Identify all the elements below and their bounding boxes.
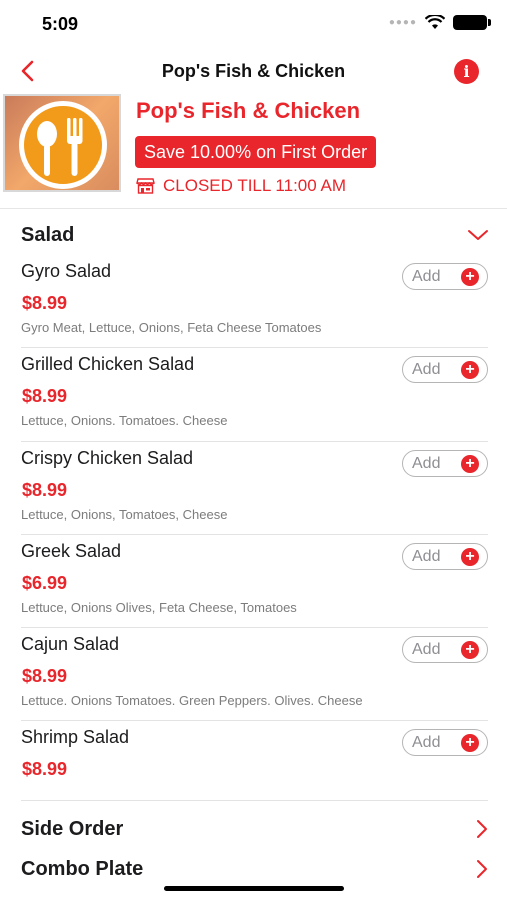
home-indicator[interactable] [164,886,344,891]
add-button[interactable]: Add + [402,356,488,384]
plus-circle-icon: + [461,547,479,566]
item-name: Greek Salad [21,540,122,561]
item-description: Lettuce, Onions, Tomatoes, Cheese [21,506,228,522]
signal-dots-icon: ●●●● [388,17,417,28]
item-price: $8.99 [22,479,68,500]
plus-circle-icon: + [461,734,479,753]
add-button[interactable]: Add + [402,542,488,570]
item-description: Lettuce, Onions Olives, Feta Cheese, Tom… [21,599,297,615]
page-title: Pop's Fish & Chicken [161,61,346,81]
store-status: CLOSED TILL 11:00 AM [136,176,346,196]
add-label: Add [412,734,441,752]
category-title: Salad [21,223,75,246]
divider [21,800,488,801]
menu-item[interactable]: Greek Salad $6.99 Lettuce, Onions Olives… [21,535,488,629]
menu-item[interactable]: Cajun Salad $8.99 Lettuce. Onions Tomato… [21,628,488,722]
plus-circle-icon: + [461,454,479,473]
menu-item-list: Gyro Salad $8.99 Gyro Meat, Lettuce, Oni… [21,255,488,815]
menu-item[interactable]: Gyro Salad $8.99 Gyro Meat, Lettuce, Oni… [21,255,488,349]
item-name: Grilled Chicken Salad [21,354,195,375]
item-name: Gyro Salad [21,261,112,281]
item-price: $8.99 [22,386,68,407]
wifi-icon [425,15,445,29]
item-name: Shrimp Salad [21,727,130,748]
chevron-down-icon [468,230,488,240]
status-icons: ●●●● [388,15,491,30]
add-button[interactable]: Add + [402,636,488,664]
restaurant-logo [3,94,121,192]
plus-circle-icon: + [461,361,479,380]
navigation-bar: Pop's Fish & Chicken i [0,52,507,92]
category-combo-plate[interactable]: Combo Plate [21,853,489,885]
add-label: Add [412,547,441,565]
add-label: Add [412,268,441,285]
info-button[interactable]: i [454,59,479,84]
closed-status-text: CLOSED TILL 11:00 AM [163,176,346,195]
info-icon: i [463,62,470,81]
category-title: Side Order [21,817,124,840]
status-bar: 5:09 ●●●● [0,0,507,48]
battery-icon [453,15,491,30]
status-time: 5:09 [42,14,79,34]
category-side-order[interactable]: Side Order [21,813,489,845]
add-button[interactable]: Add + [402,449,488,477]
menu-item[interactable]: Crispy Chicken Salad $8.99 Lettuce, Onio… [21,442,488,535]
plus-circle-icon: + [461,641,479,660]
item-description: Lettuce. Onions Tomatoes. Green Peppers.… [21,693,363,709]
item-price: $8.99 [22,666,68,687]
add-label: Add [412,361,441,379]
chevron-right-icon [477,860,487,878]
divider [0,208,507,209]
restaurant-name: Pop's Fish & Chicken [136,98,361,123]
item-price: $8.99 [22,293,68,313]
chevron-right-icon [477,820,487,838]
store-icon [136,178,155,194]
plus-circle-icon: + [461,268,479,286]
menu-item[interactable]: Grilled Chicken Salad $8.99 Lettuce, Oni… [21,348,488,442]
spoon-fork-icon [37,118,83,176]
item-description: Lettuce, Onions. Tomatoes. Cheese [21,413,228,429]
add-label: Add [412,641,441,659]
item-price: $8.99 [22,759,68,780]
item-price: $6.99 [22,572,68,593]
promo-badge: Save 10.00% on First Order [135,136,377,168]
add-label: Add [412,454,441,472]
add-button[interactable]: Add + [402,263,488,290]
category-salad-header[interactable]: Salad [21,218,489,252]
restaurant-header: Pop's Fish & Chicken Save 10.00% on Firs… [0,94,507,204]
add-button[interactable]: Add + [402,729,488,757]
category-title: Combo Plate [21,857,144,880]
item-name: Crispy Chicken Salad [21,447,194,468]
item-name: Cajun Salad [21,634,120,655]
item-description: Gyro Meat, Lettuce, Onions, Feta Cheese … [21,320,322,335]
